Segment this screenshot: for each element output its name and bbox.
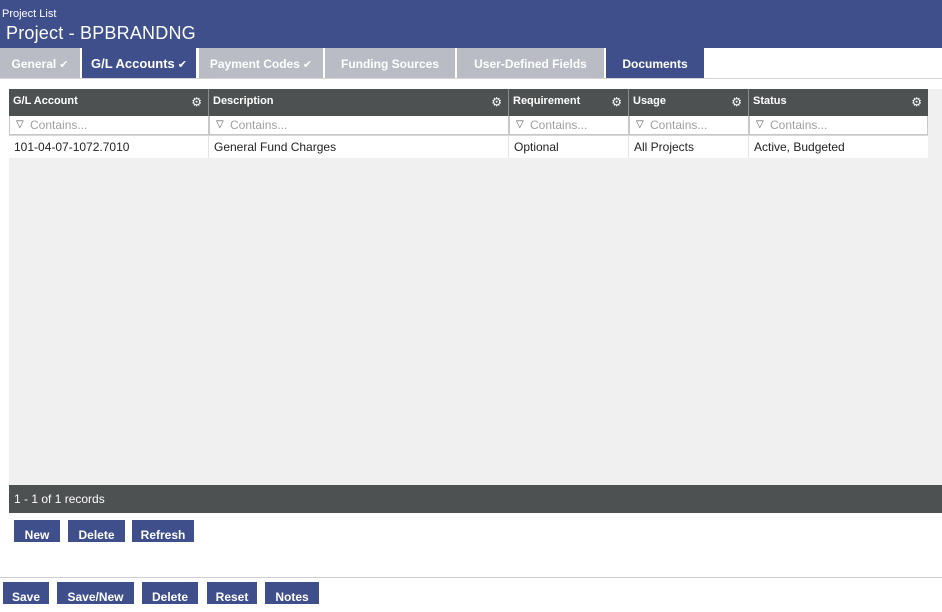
cell-usage: All Projects	[629, 136, 749, 158]
gl-accounts-grid: G/L Account ⚙ Description ⚙ Requirement …	[9, 89, 942, 513]
filter-input-description[interactable]	[230, 117, 502, 132]
tab-gl-accounts[interactable]: G/L Accounts ✔	[82, 48, 196, 78]
tab-label: Documents	[622, 57, 688, 71]
tab-funding-sources[interactable]: Funding Sources	[325, 48, 455, 78]
column-header-usage[interactable]: Usage ⚙	[629, 89, 749, 116]
tab-user-defined-fields[interactable]: User-Defined Fields	[457, 48, 604, 78]
tab-label: Payment Codes	[209, 57, 300, 71]
grid-pager: 1 - 1 of 1 records	[9, 485, 942, 513]
tab-label: General	[11, 57, 57, 71]
filter-cell-requirement: ▽	[509, 116, 629, 135]
save-new-button[interactable]: Save/New	[57, 582, 134, 604]
checkmark-icon: ✔	[59, 59, 69, 71]
cell-requirement: Optional	[509, 136, 629, 158]
funnel-icon[interactable]: ▽	[516, 119, 524, 130]
funnel-icon[interactable]: ▽	[636, 119, 644, 130]
column-header-label: Status	[753, 95, 787, 107]
filter-input-usage[interactable]	[650, 117, 742, 132]
filter-cell-usage: ▽	[629, 116, 749, 135]
cell-gl-account: 101-04-07-1072.7010	[9, 136, 209, 158]
tab-label: G/L Accounts	[90, 56, 175, 71]
filter-input-requirement[interactable]	[530, 117, 622, 132]
notes-button[interactable]: Notes	[265, 582, 319, 604]
tab-label: User-Defined Fields	[474, 57, 587, 71]
filter-cell-status: ▽	[749, 116, 928, 135]
filter-input-status[interactable]	[770, 117, 921, 132]
tab-label: Funding Sources	[340, 57, 439, 71]
funnel-icon[interactable]: ▽	[16, 119, 24, 130]
column-header-gl-account[interactable]: G/L Account ⚙	[9, 89, 209, 116]
funnel-icon[interactable]: ▽	[216, 119, 224, 130]
column-header-description[interactable]: Description ⚙	[209, 89, 509, 116]
gear-icon[interactable]: ⚙	[911, 96, 922, 108]
refresh-button[interactable]: Refresh	[132, 520, 194, 542]
new-button[interactable]: New	[14, 520, 60, 542]
filter-cell-description: ▽	[209, 116, 509, 135]
column-header-label: Description	[213, 95, 274, 107]
filter-cell-gl-account: ▽	[9, 116, 209, 135]
grid-header-row: G/L Account ⚙ Description ⚙ Requirement …	[9, 89, 928, 116]
gear-icon[interactable]: ⚙	[611, 96, 622, 108]
record-count: 1 - 1 of 1 records	[14, 492, 105, 506]
reset-button[interactable]: Reset	[207, 582, 257, 604]
tab-general[interactable]: General ✔	[0, 48, 80, 78]
tab-payment-codes[interactable]: Payment Codes ✔	[199, 48, 323, 78]
grid-delete-button[interactable]: Delete	[68, 520, 125, 542]
checkmark-icon: ✔	[302, 59, 313, 71]
checkmark-icon: ✔	[177, 59, 187, 71]
breadcrumb-project-list[interactable]: Project List	[2, 8, 56, 20]
page-header: Project List Project - BPBRANDNG	[0, 0, 942, 48]
tab-documents[interactable]: Documents	[606, 48, 704, 78]
filter-input-gl-account[interactable]	[30, 117, 202, 132]
save-button[interactable]: Save	[3, 582, 49, 604]
funnel-icon[interactable]: ▽	[756, 119, 764, 130]
page-title: Project - BPBRANDNG	[6, 23, 196, 43]
grid-filter-row: ▽ ▽ ▽ ▽ ▽	[9, 116, 928, 136]
gear-icon[interactable]: ⚙	[191, 96, 202, 108]
column-header-label: Requirement	[513, 95, 581, 107]
cell-description: General Fund Charges	[209, 136, 509, 158]
cell-status: Active, Budgeted	[754, 140, 845, 154]
gear-icon[interactable]: ⚙	[731, 96, 742, 108]
column-header-label: Usage	[633, 95, 667, 107]
column-header-label: G/L Account	[13, 95, 78, 107]
divider	[0, 577, 942, 578]
delete-button[interactable]: Delete	[142, 582, 198, 604]
tab-bar: General ✔ G/L Accounts ✔ Payment Codes ✔ Fu…	[0, 48, 942, 79]
table-row[interactable]: 101-04-07-1072.7010 General Fund Charges…	[9, 136, 928, 158]
column-header-requirement[interactable]: Requirement ⚙	[509, 89, 629, 116]
column-header-status[interactable]: Status ⚙	[749, 89, 928, 116]
gear-icon[interactable]: ⚙	[491, 96, 502, 108]
